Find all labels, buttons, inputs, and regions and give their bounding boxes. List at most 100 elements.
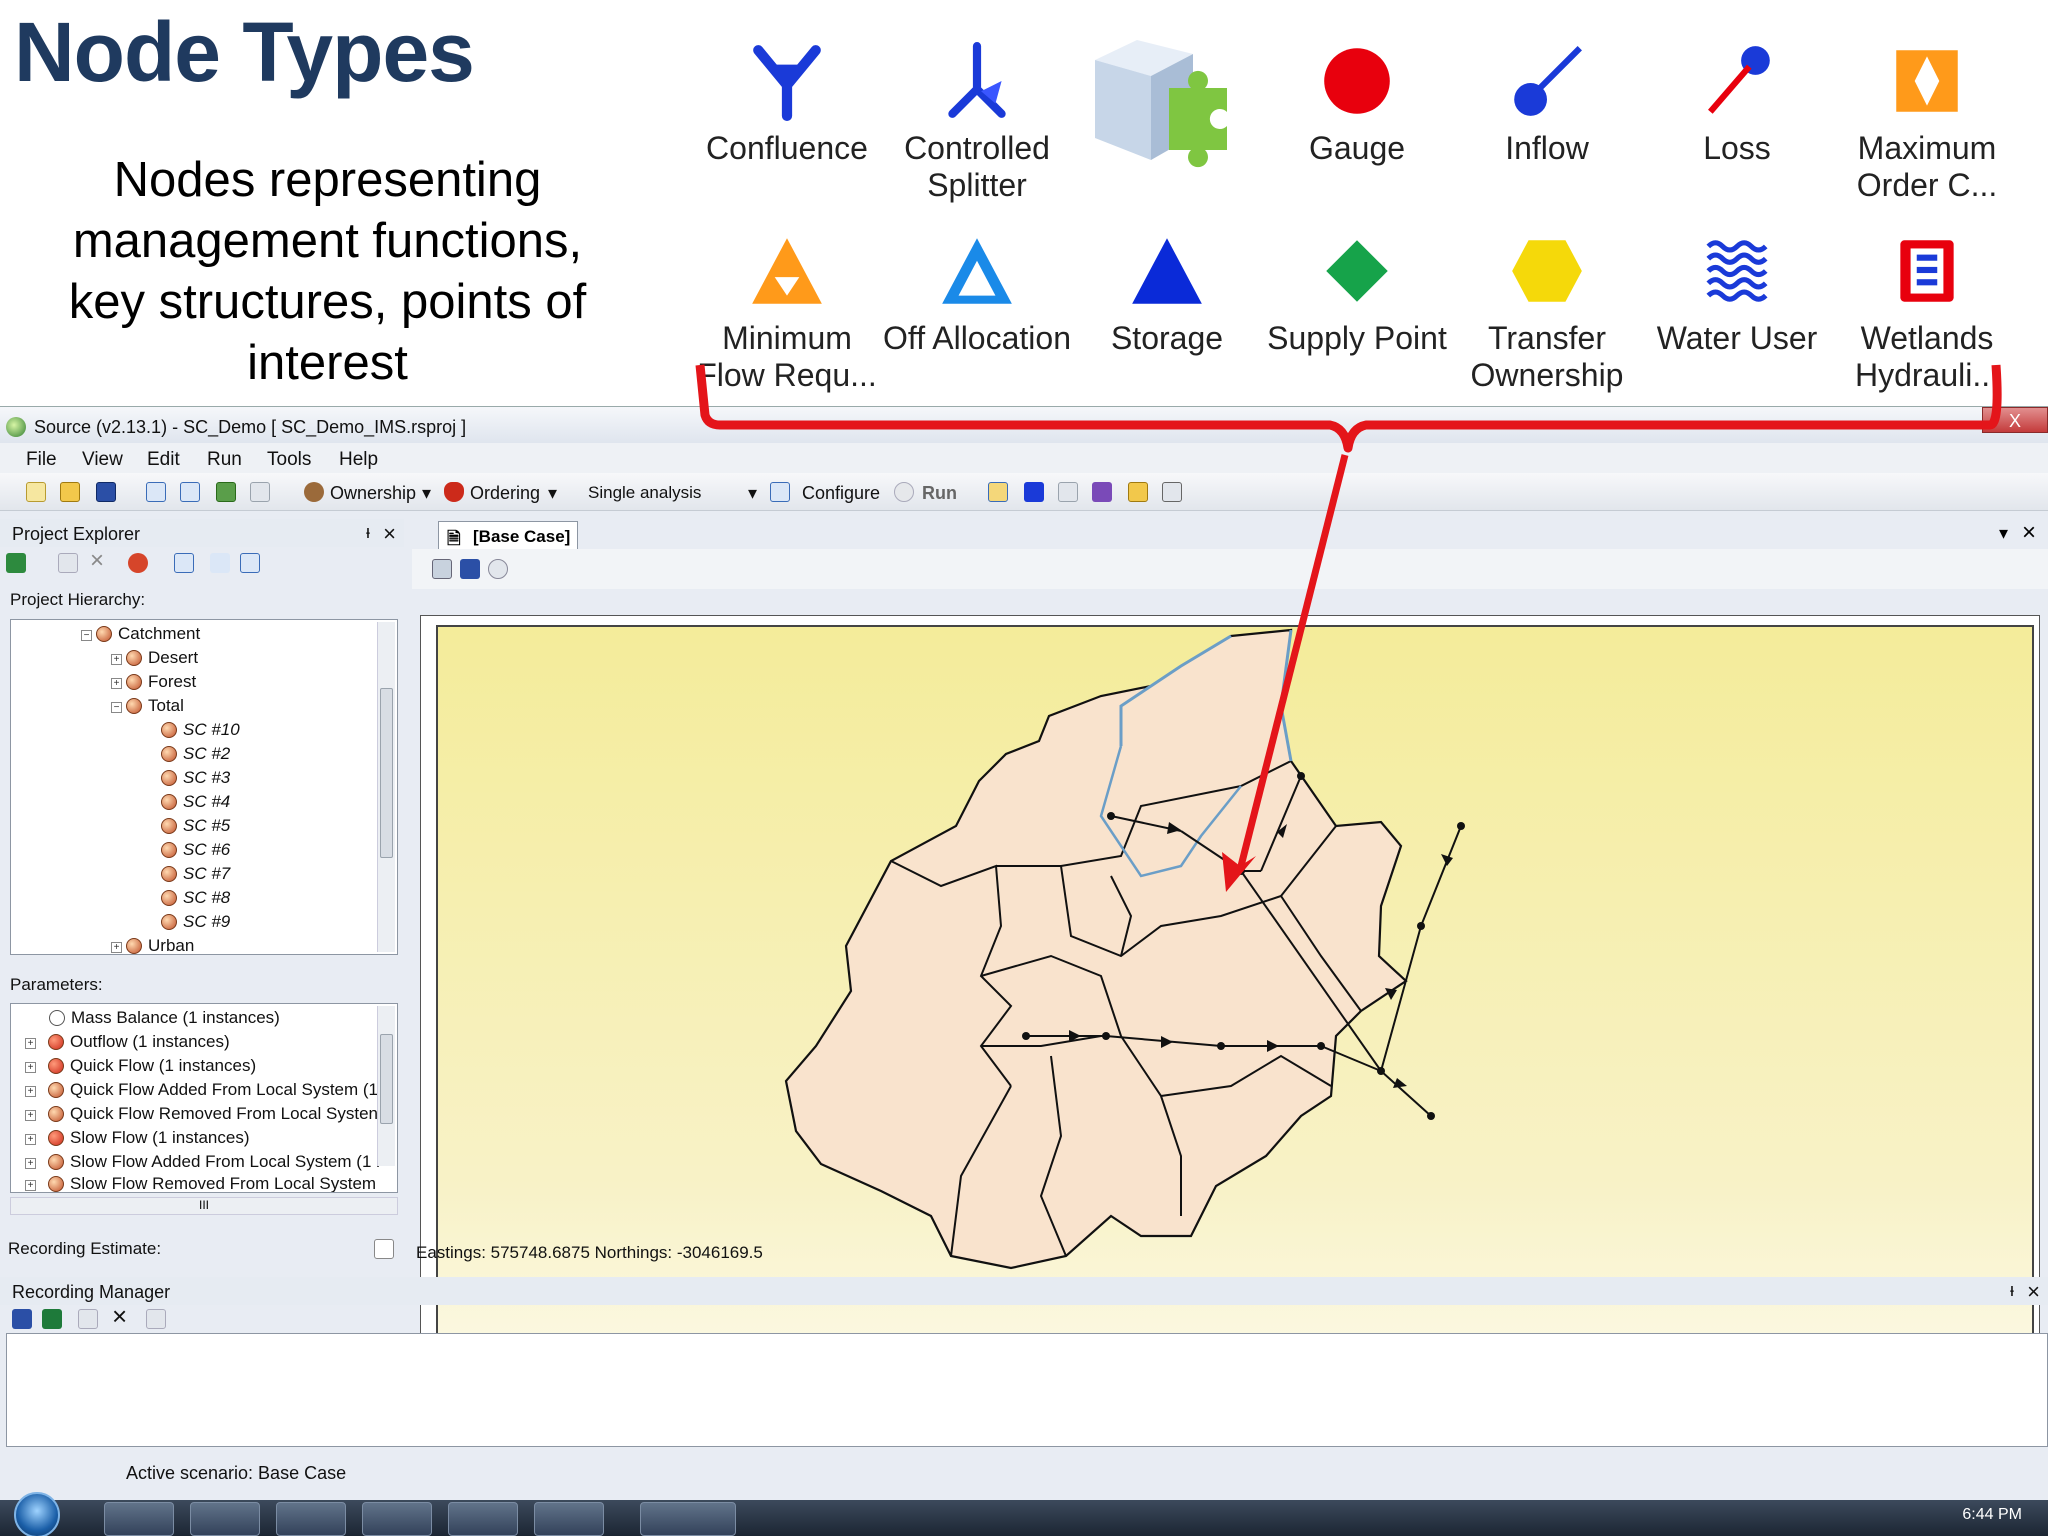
ordering-dropdown-icon[interactable]: ▾: [548, 483, 557, 504]
tree-item-urban[interactable]: + Urban: [111, 936, 194, 954]
run-button[interactable]: Run: [922, 483, 957, 504]
parameter-item[interactable]: + Outflow (1 instances): [25, 1032, 230, 1054]
taskbar-powerpoint[interactable]: [534, 1502, 604, 1536]
save-icon[interactable]: [12, 1309, 32, 1329]
scroll-thumb[interactable]: [380, 688, 393, 858]
parameter-item[interactable]: + Slow Flow Removed From Local System: [25, 1174, 376, 1192]
tab-list-dropdown-icon[interactable]: ▾: [1999, 523, 2008, 544]
expand-icon[interactable]: +: [25, 1086, 36, 1097]
expand-icon[interactable]: +: [25, 1038, 36, 1049]
expand-icon[interactable]: +: [25, 1158, 36, 1169]
node-type-off-allocation[interactable]: Off Allocation: [882, 230, 1072, 357]
save-icon[interactable]: [460, 559, 480, 579]
layer-icon[interactable]: [1024, 482, 1044, 502]
menu-run[interactable]: Run: [207, 449, 242, 471]
node-type-plugin[interactable]: [1072, 40, 1262, 178]
node-type-inflow[interactable]: Inflow: [1452, 40, 1642, 167]
parameter-item[interactable]: + Quick Flow (1 instances): [25, 1056, 256, 1078]
ownership-button[interactable]: Ownership: [330, 483, 416, 504]
parameters-hscrollbar[interactable]: III: [10, 1197, 398, 1215]
tree-item-subcatchment[interactable]: SC #6: [161, 840, 230, 862]
copy-icon[interactable]: [146, 1309, 166, 1329]
tree-item-forest[interactable]: + Forest: [111, 672, 196, 694]
node-type-transfer-ownership[interactable]: Transfer Ownership: [1452, 230, 1642, 394]
node-icon[interactable]: [128, 553, 148, 573]
delete-icon[interactable]: ×: [112, 1301, 127, 1332]
expand-icon[interactable]: +: [111, 942, 122, 953]
add-icon[interactable]: [6, 553, 26, 573]
taskbar-word[interactable]: [362, 1502, 432, 1536]
copy-icon[interactable]: [58, 553, 78, 573]
link-icon[interactable]: [1058, 482, 1078, 502]
chart-tool-icon[interactable]: [1128, 482, 1148, 502]
project-hierarchy-tree[interactable]: − Catchment + Desert + Forest − Total SC #10…: [10, 619, 398, 955]
node-type-gauge[interactable]: Gauge: [1262, 40, 1452, 167]
parameters-list[interactable]: Mass Balance (1 instances) + Outflow (1 i…: [10, 1003, 398, 1193]
tree-item-total[interactable]: − Total: [111, 696, 184, 718]
node-type-supply-point[interactable]: Supply Point: [1262, 230, 1452, 357]
tree-item-desert[interactable]: + Desert: [111, 648, 198, 670]
open-folder-icon[interactable]: [60, 482, 80, 502]
view-icon[interactable]: [488, 559, 508, 579]
tree-item-subcatchment[interactable]: SC #9: [161, 912, 230, 934]
close-tab-icon[interactable]: ×: [2022, 519, 2036, 547]
tree-item-subcatchment[interactable]: SC #10: [161, 720, 240, 742]
expand-icon[interactable]: +: [25, 1062, 36, 1073]
estimate-icon[interactable]: [374, 1239, 394, 1259]
menu-tools[interactable]: Tools: [267, 449, 311, 471]
print-icon[interactable]: [432, 559, 452, 579]
taskbar-media[interactable]: [276, 1502, 346, 1536]
parameters-scrollbar[interactable]: [377, 1006, 395, 1166]
ownership-dropdown-icon[interactable]: ▾: [422, 483, 431, 504]
expand-icon[interactable]: +: [25, 1110, 36, 1121]
map-view-icon[interactable]: [988, 482, 1008, 502]
expand-icon[interactable]: +: [111, 678, 122, 689]
taskbar-explorer[interactable]: [104, 1502, 174, 1536]
taskbar-clock[interactable]: 6:44 PM: [1962, 1506, 2022, 1524]
collapse-icon[interactable]: −: [111, 702, 122, 713]
collapse-icon[interactable]: −: [81, 630, 92, 641]
expand-icon[interactable]: +: [25, 1134, 36, 1145]
scroll-thumb[interactable]: [380, 1034, 393, 1124]
ordering-button[interactable]: Ordering: [470, 483, 540, 504]
parameter-item[interactable]: + Slow Flow (1 instances): [25, 1128, 250, 1150]
tree-item-subcatchment[interactable]: SC #2: [161, 744, 230, 766]
start-button[interactable]: [14, 1492, 60, 1536]
delete-icon[interactable]: ×: [90, 547, 104, 575]
node-type-water-user[interactable]: Water User: [1642, 230, 1832, 357]
configure-button[interactable]: Configure: [802, 483, 880, 504]
parameter-item[interactable]: Mass Balance (1 instances): [25, 1008, 280, 1030]
node-type-minimum-flow[interactable]: Minimum Flow Requ...: [692, 230, 882, 394]
pin-icon[interactable]: ᵼ: [366, 522, 370, 543]
menu-edit[interactable]: Edit: [147, 449, 180, 471]
save-icon[interactable]: [96, 482, 116, 502]
panel-icon[interactable]: [174, 553, 194, 573]
node-type-controlled-splitter[interactable]: Controlled Splitter: [882, 40, 1072, 204]
tree-item-subcatchment[interactable]: SC #3: [161, 768, 230, 790]
close-icon[interactable]: ×: [2027, 1279, 2040, 1305]
close-icon[interactable]: ×: [383, 521, 396, 547]
tree-item-subcatchment[interactable]: SC #4: [161, 792, 230, 814]
expand-icon[interactable]: +: [25, 1180, 36, 1191]
tree-item-subcatchment[interactable]: SC #8: [161, 888, 230, 910]
window-titlebar[interactable]: Source (v2.13.1) - SC_Demo [ SC_Demo_IMS…: [0, 407, 2048, 443]
chart-icon[interactable]: [250, 482, 270, 502]
parameter-item[interactable]: + Quick Flow Removed From Local Systen: [25, 1104, 378, 1126]
menu-file[interactable]: File: [26, 449, 57, 471]
analysis-select[interactable]: Single analysis: [588, 483, 701, 503]
recording-list[interactable]: [6, 1333, 2048, 1447]
node-type-maximum-order[interactable]: Maximum Order C...: [1832, 40, 2022, 204]
taskbar-source-app[interactable]: [640, 1502, 736, 1536]
view-grid-icon[interactable]: [180, 482, 200, 502]
close-button[interactable]: X: [1982, 407, 2048, 433]
map-icon[interactable]: [216, 482, 236, 502]
tree-item-catchment[interactable]: − Catchment: [81, 624, 200, 646]
rename-icon[interactable]: [210, 553, 230, 573]
taskbar-browser[interactable]: [190, 1502, 260, 1536]
excel-icon[interactable]: [42, 1309, 62, 1329]
folder-icon[interactable]: [78, 1309, 98, 1329]
tree-item-subcatchment[interactable]: SC #5: [161, 816, 230, 838]
menu-view[interactable]: View: [82, 449, 123, 471]
parameter-item[interactable]: + Slow Flow Added From Local System (1 i: [25, 1152, 380, 1174]
parameter-item[interactable]: + Quick Flow Added From Local System (1: [25, 1080, 378, 1102]
